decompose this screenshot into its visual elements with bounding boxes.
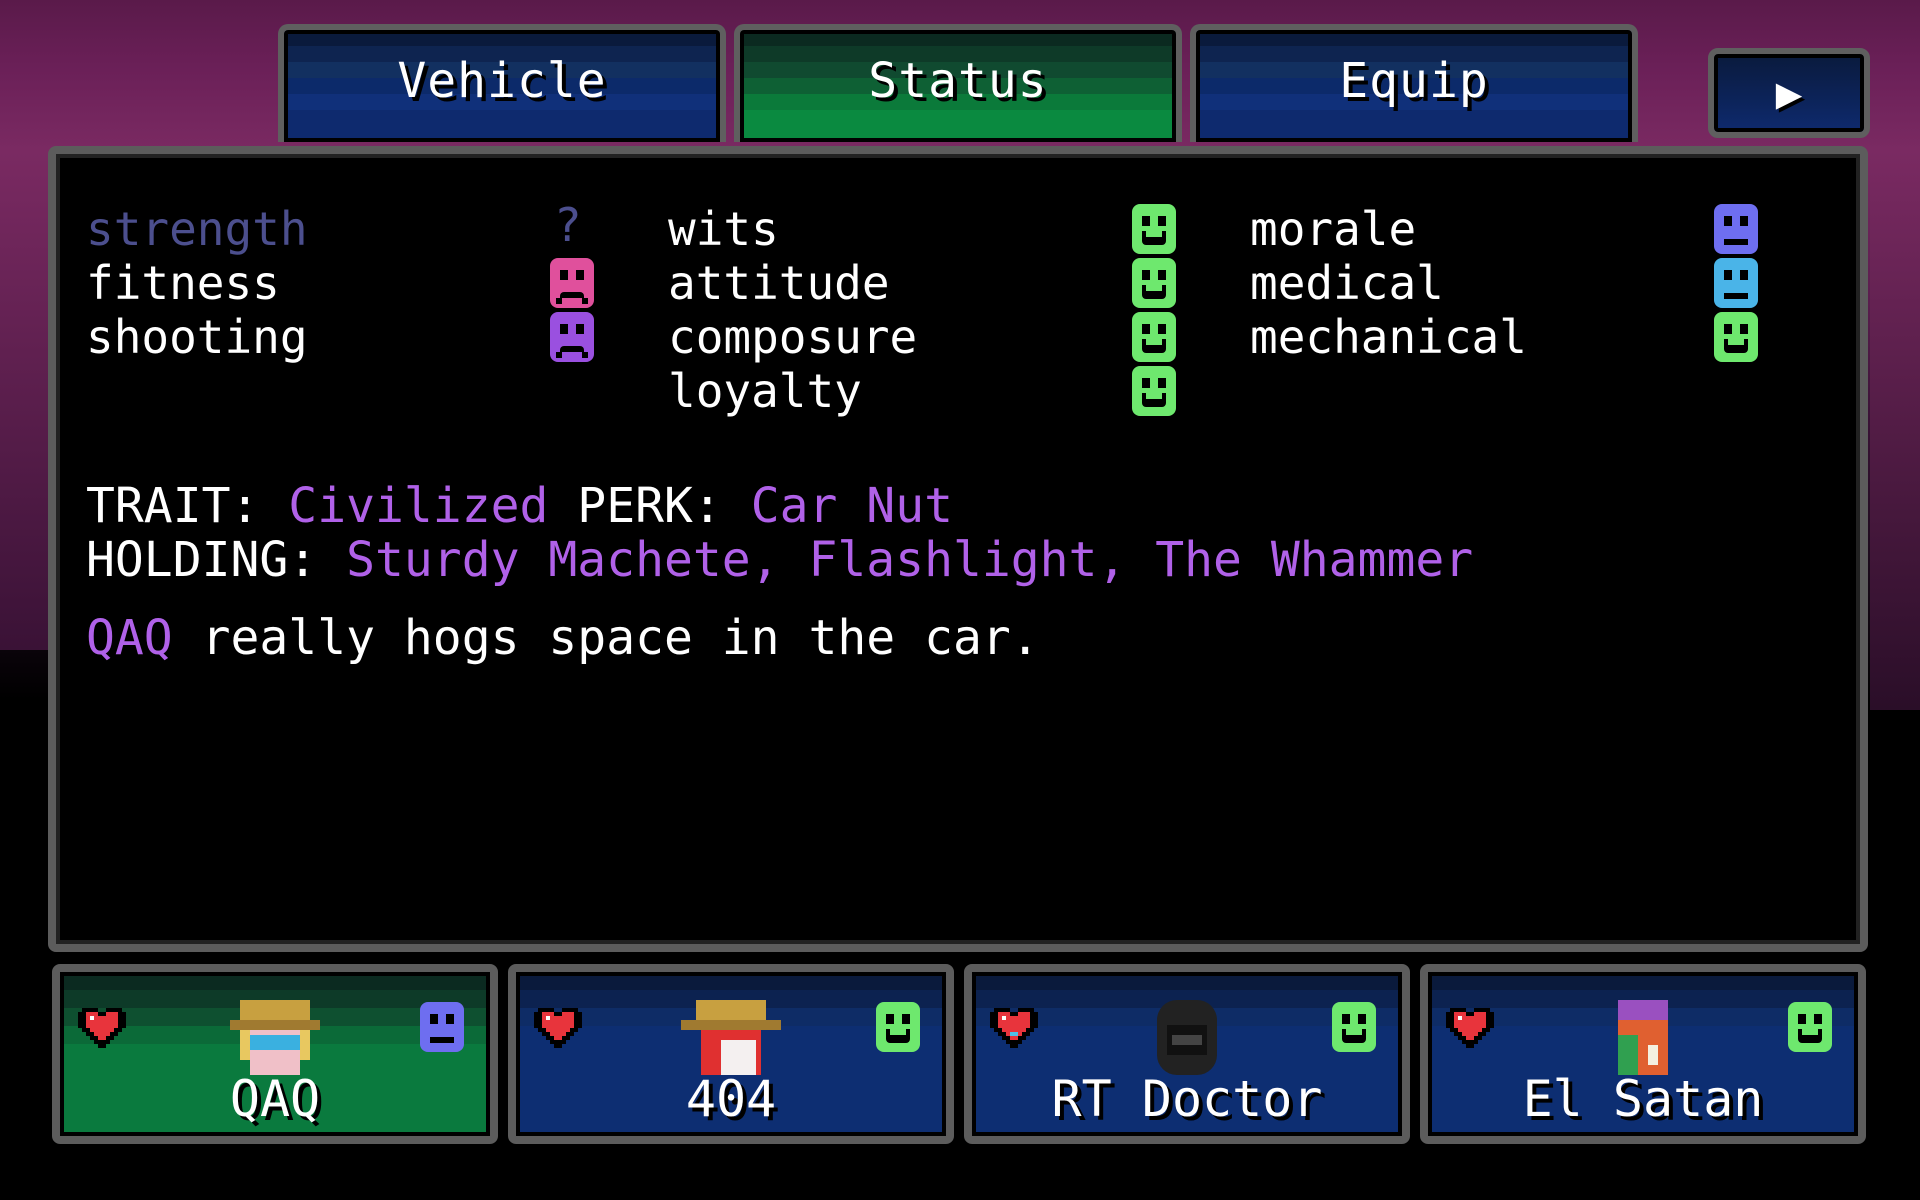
holding-label: HOLDING: — [86, 532, 318, 588]
party-member-card-404[interactable]: 404 — [508, 964, 954, 1144]
happy-face-icon — [1788, 1002, 1832, 1052]
stat-shooting-label: shooting — [86, 310, 308, 364]
holding-line: HOLDING: Sturdy Machete, Flashlight, The… — [86, 532, 1473, 588]
happy-face-icon — [1132, 204, 1176, 254]
heart-icon — [1446, 1008, 1494, 1048]
sad-face-icon — [550, 312, 594, 362]
sad-face-icon — [550, 258, 594, 308]
note-character-name: QAQ — [86, 610, 173, 666]
blonde-hat-portrait — [230, 1000, 320, 1075]
party-member-card-qaq[interactable]: QAQ — [52, 964, 498, 1144]
heart-icon — [534, 1008, 582, 1048]
party-member-name: 404 — [685, 1070, 777, 1128]
status-panel: strength ? fitness shooting wits attitud… — [48, 146, 1868, 952]
tab-status-label: Status — [868, 53, 1048, 109]
party-member-name: El Satan — [1522, 1070, 1764, 1128]
stat-composure-label: composure — [668, 310, 918, 364]
party-member-name: RT Doctor — [1051, 1070, 1323, 1128]
happy-face-icon — [1132, 312, 1176, 362]
play-arrow-icon: ▶ — [1775, 67, 1803, 119]
tab-equip[interactable]: Equip — [1190, 24, 1638, 142]
stat-wits-label: wits — [668, 202, 779, 256]
party-member-name: QAQ — [229, 1070, 321, 1128]
stat-loyalty-label: loyalty — [668, 364, 862, 418]
stat-morale-label: morale — [1250, 202, 1417, 256]
stat-strength-unknown: ? — [554, 198, 582, 252]
character-note: QAQ really hogs space in the car. — [86, 610, 1040, 666]
party-member-card-rt-doctor[interactable]: RT Doctor — [964, 964, 1410, 1144]
heart-icon — [78, 1008, 126, 1048]
next-page-button[interactable]: ▶ — [1708, 48, 1870, 138]
party-member-card-el-satan[interactable]: El Satan — [1420, 964, 1866, 1144]
stat-attitude-label: attitude — [668, 256, 890, 310]
perk-label: PERK: — [577, 478, 722, 534]
redhead-hat-portrait — [681, 1000, 781, 1075]
stat-fitness-label: fitness — [86, 256, 280, 310]
happy-face-icon — [1132, 258, 1176, 308]
neutral-face-icon — [420, 1002, 464, 1052]
tab-status[interactable]: Status — [734, 24, 1182, 142]
tab-equip-label: Equip — [1339, 53, 1489, 109]
happy-face-icon — [876, 1002, 920, 1052]
mountain-silhouette-left — [0, 150, 50, 650]
happy-face-icon — [1132, 366, 1176, 416]
holding-items: Sturdy Machete, Flashlight, The Whammer — [346, 532, 1474, 588]
neutral-face-icon — [1714, 258, 1758, 308]
stat-mechanical-label: mechanical — [1250, 310, 1527, 364]
trait-value: Civilized — [288, 478, 549, 534]
heart-icon — [990, 1008, 1038, 1048]
note-text: really hogs space in the car. — [201, 610, 1040, 666]
tab-vehicle[interactable]: Vehicle — [278, 24, 726, 142]
stat-strength-label: strength — [86, 202, 308, 256]
happy-face-icon — [1714, 312, 1758, 362]
trait-label: TRAIT: — [86, 478, 260, 534]
perk-value: Car Nut — [750, 478, 953, 534]
dark-hood-portrait — [1157, 1000, 1217, 1075]
stat-medical-label: medical — [1250, 256, 1444, 310]
happy-face-icon — [1332, 1002, 1376, 1052]
trait-perk-line: TRAIT: Civilized PERK: Car Nut — [86, 478, 953, 534]
masked-portrait — [1618, 1000, 1668, 1075]
mountain-silhouette-right — [1870, 150, 1920, 710]
neutral-face-icon — [1714, 204, 1758, 254]
tab-vehicle-label: Vehicle — [397, 53, 607, 109]
